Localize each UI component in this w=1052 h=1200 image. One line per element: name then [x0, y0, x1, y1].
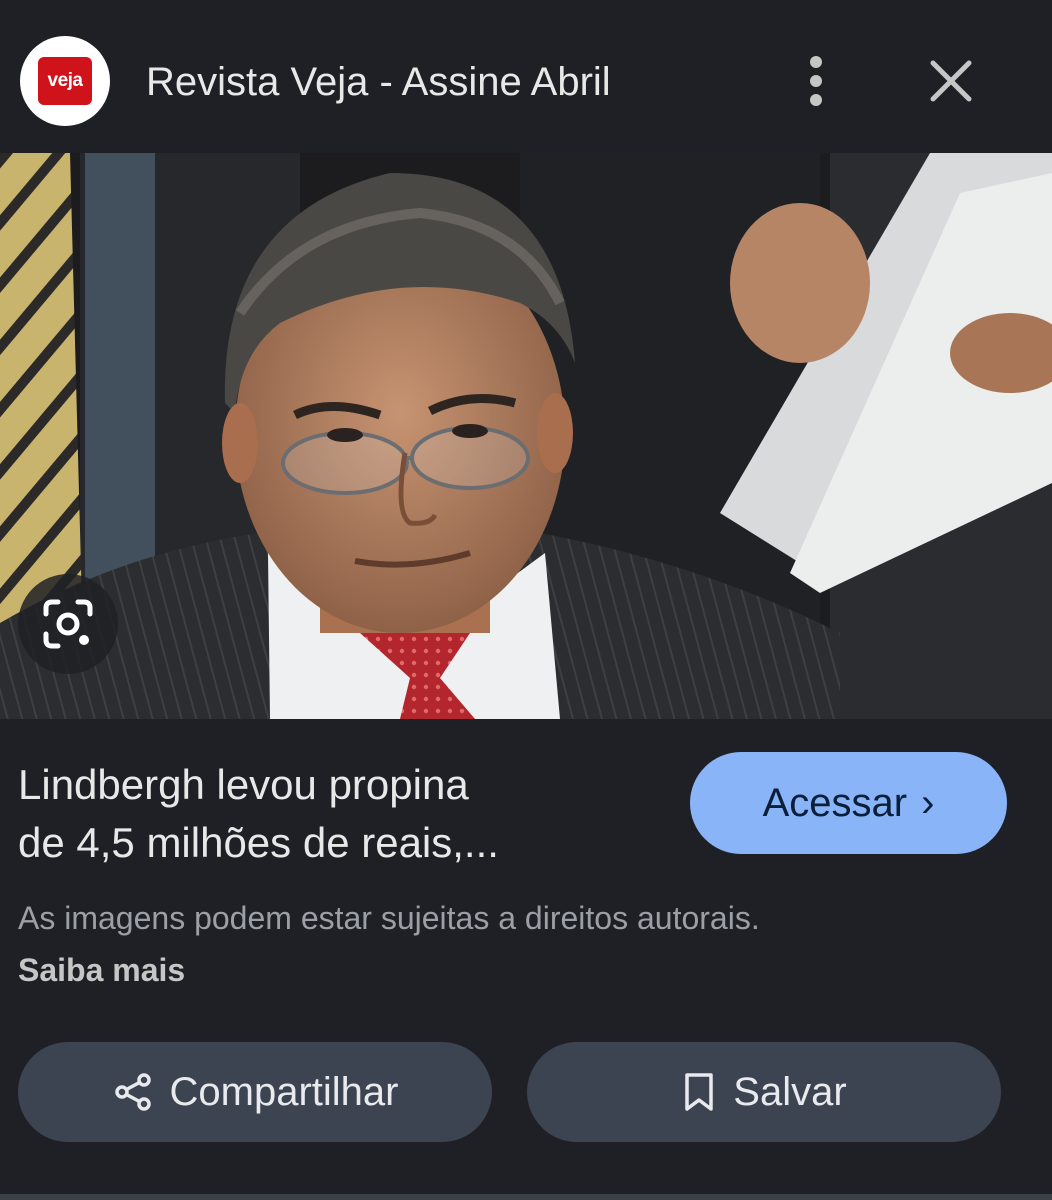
more-vert-icon-dot [810, 94, 822, 106]
bottom-divider [0, 1194, 1052, 1200]
disclaimer-text: As imagens podem estar sujeitas a direit… [18, 900, 760, 936]
image-illustration [0, 153, 1052, 719]
more-options-button[interactable] [790, 50, 842, 112]
visit-button-label: Acessar [762, 780, 908, 825]
share-icon [114, 1073, 151, 1111]
learn-more-link[interactable]: Saiba mais [18, 952, 185, 988]
result-headline[interactable]: Lindbergh levou propina de 4,5 milhões d… [18, 756, 658, 872]
copyright-disclaimer: As imagens podem estar sujeitas a direit… [18, 892, 818, 996]
chevron-right-icon: › [921, 780, 935, 825]
close-icon [930, 60, 972, 102]
more-vert-icon [810, 56, 822, 68]
result-image[interactable] [0, 153, 1052, 719]
bookmark-icon [685, 1073, 714, 1111]
site-logo[interactable]: veja [20, 36, 110, 126]
save-button[interactable]: Salvar [527, 1042, 1001, 1142]
visit-button[interactable]: Acessar › [690, 752, 1007, 854]
google-lens-button[interactable] [18, 574, 118, 674]
headline-line-2: de 4,5 milhões de reais,... [18, 819, 499, 866]
veja-logo-icon: veja [38, 57, 92, 105]
more-vert-icon-dot [810, 75, 822, 87]
save-button-label: Salvar [733, 1069, 847, 1114]
share-button[interactable]: Compartilhar [18, 1042, 492, 1142]
headline-line-1: Lindbergh levou propina [18, 761, 469, 808]
google-lens-icon [43, 599, 93, 649]
header-bar: veja Revista Veja - Assine Abril [0, 0, 1052, 153]
site-title[interactable]: Revista Veja - Assine Abril [146, 52, 611, 112]
close-button[interactable] [920, 50, 982, 112]
share-button-label: Compartilhar [169, 1069, 399, 1114]
